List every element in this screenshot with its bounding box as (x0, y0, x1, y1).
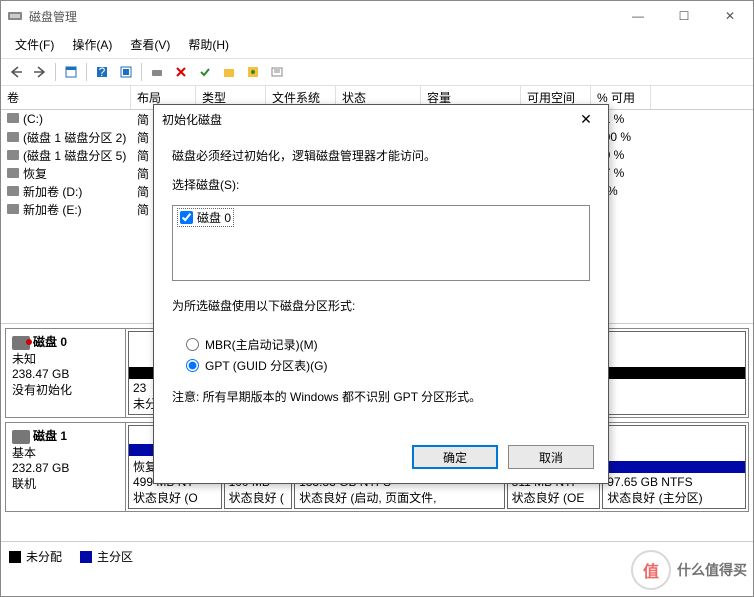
view-button[interactable] (60, 61, 82, 83)
dialog-title: 初始化磁盘 (162, 111, 572, 128)
disk-header[interactable]: 磁盘 1基本232.87 GB联机 (6, 423, 126, 511)
disk0-label: 磁盘 0 (197, 209, 231, 226)
close-button[interactable]: ✕ (707, 1, 753, 31)
titlebar: 磁盘管理 — ☐ ✕ (1, 1, 753, 31)
initialize-disk-dialog: 初始化磁盘 ✕ 磁盘必须经过初始化，逻辑磁盘管理器才能访问。 选择磁盘(S): … (153, 104, 609, 484)
delete-button[interactable] (170, 61, 192, 83)
dialog-titlebar: 初始化磁盘 ✕ (154, 105, 608, 133)
cancel-button[interactable]: 取消 (508, 445, 594, 469)
legend-unalloc-label: 未分配 (26, 548, 62, 565)
menu-help[interactable]: 帮助(H) (180, 33, 237, 56)
mbr-radio[interactable] (186, 338, 199, 351)
tool-button-1[interactable] (146, 61, 168, 83)
disk-select-list[interactable]: 磁盘 0 (172, 205, 590, 281)
watermark-text: 什么值得买 (677, 560, 747, 580)
app-icon (7, 8, 23, 24)
disk0-checkbox[interactable] (180, 211, 193, 224)
mbr-label: MBR(主启动记录)(M) (205, 336, 318, 353)
help-button[interactable]: ? (91, 61, 113, 83)
partition-style-label: 为所选磁盘使用以下磁盘分区形式: (172, 297, 590, 314)
ok-button[interactable]: 确定 (412, 445, 498, 469)
mbr-option[interactable]: MBR(主启动记录)(M) (186, 336, 590, 353)
toolbar: ? (1, 58, 753, 86)
forward-button[interactable] (29, 61, 51, 83)
select-disk-label: 选择磁盘(S): (172, 176, 590, 193)
partition[interactable]: 97.65 GB NTFS状态良好 (主分区) (602, 425, 746, 509)
watermark: 值 什么值得买 (631, 550, 747, 590)
legend-primary: 主分区 (80, 548, 133, 565)
col-volume[interactable]: 卷 (1, 86, 131, 109)
legend-unallocated: 未分配 (9, 548, 62, 565)
dialog-close-button[interactable]: ✕ (572, 111, 600, 128)
watermark-icon: 值 (631, 550, 671, 590)
back-button[interactable] (5, 61, 27, 83)
settings-button[interactable] (242, 61, 264, 83)
legend-primary-label: 主分区 (97, 548, 133, 565)
dialog-intro: 磁盘必须经过初始化，逻辑磁盘管理器才能访问。 (172, 147, 590, 164)
menu-file[interactable]: 文件(F) (7, 33, 62, 56)
menu-view[interactable]: 查看(V) (122, 33, 178, 56)
refresh-button[interactable] (115, 61, 137, 83)
gpt-option[interactable]: GPT (GUID 分区表)(G) (186, 357, 590, 374)
window-title: 磁盘管理 (29, 8, 615, 25)
maximize-button[interactable]: ☐ (661, 1, 707, 31)
folder-button[interactable] (218, 61, 240, 83)
gpt-label: GPT (GUID 分区表)(G) (205, 357, 327, 374)
gpt-radio[interactable] (186, 359, 199, 372)
menu-action[interactable]: 操作(A) (64, 33, 120, 56)
dialog-note: 注意: 所有早期版本的 Windows 都不识别 GPT 分区形式。 (172, 388, 590, 405)
svg-text:?: ? (99, 65, 106, 79)
properties-button[interactable] (266, 61, 288, 83)
disk-header[interactable]: 磁盘 0未知238.47 GB没有初始化 (6, 329, 126, 417)
minimize-button[interactable]: — (615, 1, 661, 31)
menubar: 文件(F) 操作(A) 查看(V) 帮助(H) (1, 31, 753, 58)
check-button[interactable] (194, 61, 216, 83)
